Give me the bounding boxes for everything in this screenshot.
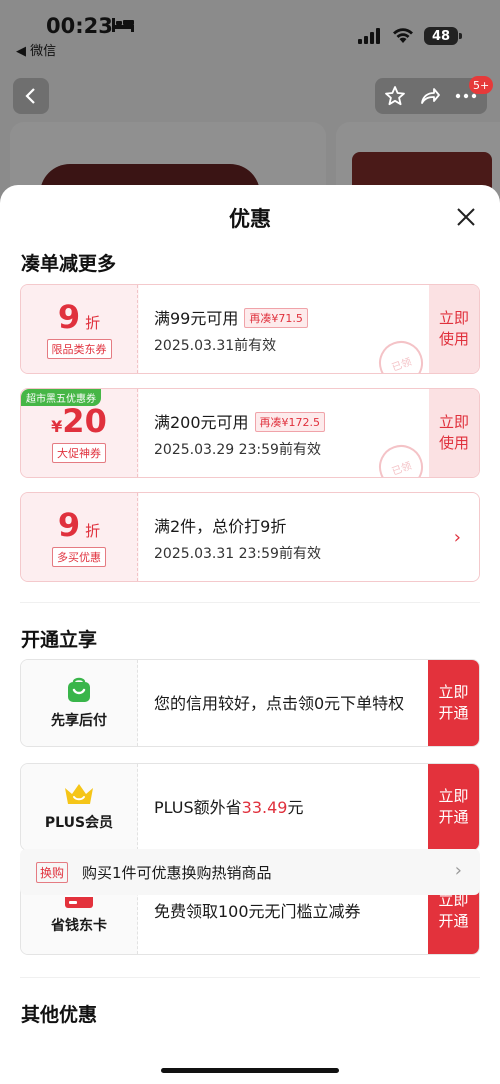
coupon-condition: 满2件，总价打9折: [154, 517, 287, 536]
service-label: 先享后付: [51, 713, 107, 729]
use-now-button[interactable]: 立即 使用: [429, 389, 479, 477]
clock: 00:23: [46, 14, 113, 38]
coupon-info: 满2件，总价打9折 2025.03.31 23:59前有效 ›: [139, 493, 479, 581]
coupon-card: ¥20 大促神券 超市黑五优惠券 满200元可用 再凑¥172.5 2025.03…: [20, 388, 480, 478]
section-title-open: 开通立享: [21, 629, 98, 651]
coupon-value: 9 折 限品类东券: [21, 285, 138, 373]
service-card-pay-later: 先享后付 您的信用较好，点击领0元下单特权 立即 开通: [20, 659, 480, 747]
share-icon[interactable]: [419, 85, 441, 107]
coupon-corner-label: 超市黑五优惠券: [21, 389, 101, 406]
wifi-icon: [393, 28, 413, 43]
service-description: PLUS额外省 33.49 元: [154, 764, 417, 850]
coupon-remaining-tag: 再凑¥172.5: [254, 412, 326, 432]
coupon-condition: 满200元可用: [154, 413, 249, 432]
battery-icon: 48: [424, 27, 462, 45]
coupon-currency: ¥: [51, 417, 63, 436]
trade-in-text: 购买1件可优惠换购热销商品: [82, 864, 272, 882]
service-icon-box: 先享后付: [21, 660, 138, 746]
close-icon[interactable]: [454, 205, 478, 229]
section-title-stack: 凑单减更多: [21, 253, 117, 275]
cellular-signal-icon: [358, 28, 380, 44]
plus-savings-amount: 33.49: [241, 797, 288, 817]
service-description: 您的信用较好，点击领0元下单特权: [154, 693, 405, 713]
coupon-expiry: 2025.03.31 23:59前有效: [154, 546, 321, 562]
crown-icon: [65, 784, 93, 804]
coupon-expiry: 2025.03.31前有效: [154, 338, 277, 354]
section-title-other: 其他优惠: [21, 1004, 98, 1026]
chevron-right-icon: ›: [453, 527, 461, 548]
coupon-card-multi-buy[interactable]: 9 折 多买优惠 满2件，总价打9折 2025.03.31 23:59前有效 ›: [20, 492, 480, 582]
service-label: 省钱东卡: [51, 918, 107, 934]
coupon-discount: 9: [57, 506, 81, 544]
trade-in-offer-row[interactable]: 换购 购买1件可优惠换购热销商品 ›: [20, 849, 480, 895]
coupon-condition: 满99元可用: [154, 309, 239, 328]
use-now-button[interactable]: 立即 使用: [429, 285, 479, 373]
coupon-tag: 多买优惠: [52, 547, 106, 567]
open-now-button[interactable]: 立即 开通: [428, 660, 479, 746]
service-label: PLUS会员: [44, 815, 114, 831]
chevron-left-icon: [25, 88, 35, 104]
trade-in-tag: 换购: [36, 862, 69, 883]
service-card-plus: PLUS会员 PLUS额外省 33.49 元 立即 开通: [20, 763, 480, 851]
coupon-unit: 折: [85, 314, 101, 332]
sheet-title: 优惠: [229, 207, 271, 231]
plus-savings-prefix: PLUS额外省: [154, 797, 242, 817]
coupon-sheet: 优惠 凑单减更多 9 折 限品类东券 满99元可用 再凑¥71.5 2025.03…: [0, 185, 500, 1084]
status-bar: 00:23 ◀ 微信 48: [0, 0, 500, 60]
plus-savings-suffix: 元: [287, 797, 304, 817]
home-indicator[interactable]: [161, 1068, 339, 1073]
section-divider: [20, 977, 480, 978]
coupon-tag: 大促神券: [52, 443, 106, 463]
coupon-discount: 9: [57, 298, 81, 336]
notification-badge: 5+: [469, 76, 494, 94]
back-button[interactable]: [13, 78, 49, 114]
star-icon[interactable]: [384, 85, 406, 107]
bed-icon: [112, 18, 134, 32]
chevron-right-icon: ›: [454, 860, 462, 881]
coupon-remaining-tag: 再凑¥71.5: [244, 308, 308, 328]
coupon-value: 9 折 多买优惠: [21, 493, 138, 581]
coupon-card: 9 折 限品类东券 满99元可用 再凑¥71.5 2025.03.31前有效 立即…: [20, 284, 480, 374]
coupon-unit: 折: [85, 522, 101, 540]
coupon-expiry: 2025.03.29 23:59前有效: [154, 442, 321, 458]
open-now-button[interactable]: 立即 开通: [428, 764, 479, 850]
coupon-amount: 20: [62, 402, 107, 440]
section-divider: [20, 602, 480, 603]
bag-icon: [68, 677, 90, 702]
service-icon-box: PLUS会员: [21, 764, 138, 850]
back-to-app-link[interactable]: ◀ 微信: [16, 40, 56, 59]
more-icon[interactable]: [455, 93, 477, 99]
coupon-tag: 限品类东券: [46, 339, 112, 359]
